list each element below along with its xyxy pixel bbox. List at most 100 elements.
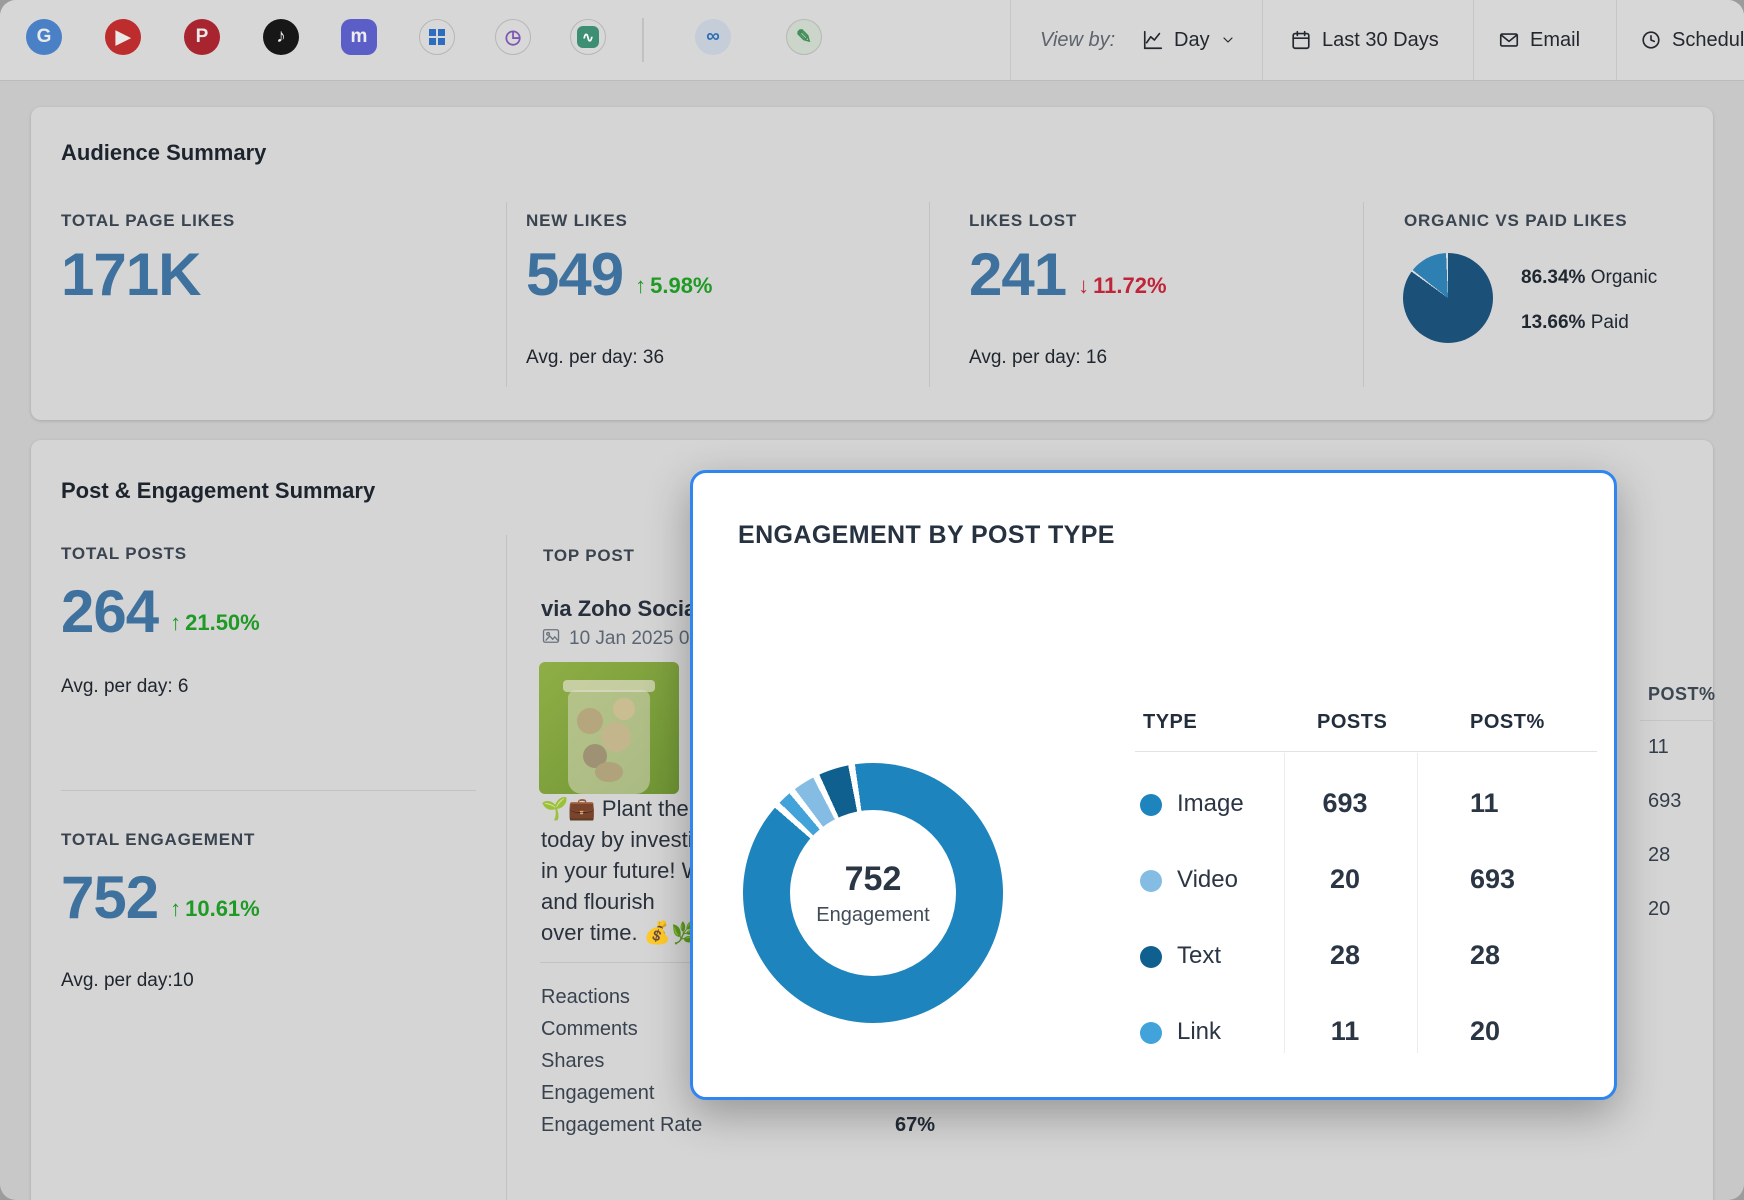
likes-lost-delta: ↓11.72%	[1078, 273, 1166, 305]
youtube-icon[interactable]: ▶	[105, 19, 141, 55]
total-page-likes-value: 171K	[61, 245, 200, 305]
envelope-icon	[1498, 29, 1520, 51]
metric-label: Engagement	[541, 1082, 654, 1104]
chevron-down-icon	[1220, 32, 1236, 48]
line-chart-icon	[1142, 29, 1164, 51]
top-post-metric-row: Engagement Rate 67%	[541, 1114, 935, 1146]
postpct-value: 20	[1470, 1016, 1500, 1047]
email-button[interactable]: Email	[1498, 0, 1580, 80]
donut-center-label: Engagement	[816, 904, 929, 927]
toolbar-divider	[1262, 0, 1263, 80]
type-color-dot	[1140, 946, 1162, 968]
organic-label: Organic	[1591, 267, 1658, 288]
apps-grid-icon[interactable]	[419, 19, 455, 55]
top-post-date-row: 10 Jan 2025 08	[541, 626, 700, 652]
total-posts-label: TOTAL POSTS	[61, 544, 187, 564]
view-by-value: Day	[1174, 29, 1210, 52]
metric-label: Shares	[541, 1050, 604, 1072]
paid-pct: 13.66%	[1521, 312, 1585, 333]
posts-value: 11	[1285, 1016, 1405, 1047]
top-post-label: TOP POST	[543, 546, 635, 566]
date-range-button[interactable]: Last 30 Days	[1290, 0, 1439, 80]
type-color-dot	[1140, 794, 1162, 816]
new-likes-label: NEW LIKES	[526, 211, 628, 231]
dashboard-root: G▶P♪m◷∿∞✎ View by: Day Last 30 Days	[0, 0, 1744, 1200]
postpct-value: 11	[1470, 788, 1499, 819]
audience-summary-card: Audience Summary TOTAL PAGE LIKES 171K N…	[31, 107, 1713, 420]
schedule-button[interactable]: Schedule	[1640, 0, 1744, 80]
date-range-label: Last 30 Days	[1322, 29, 1439, 52]
pinterest-icon[interactable]: P	[184, 19, 220, 55]
total-engagement-avg: Avg. per day:10	[61, 970, 194, 992]
pulse-glyph: ∿	[577, 26, 599, 48]
section-divider	[61, 790, 476, 791]
type-label: Video	[1177, 866, 1238, 894]
google-icon[interactable]: G	[26, 19, 62, 55]
background-postpct-value: 693	[1648, 790, 1681, 813]
table-header-underline	[1135, 751, 1597, 752]
up-arrow-icon: ↑	[170, 610, 181, 636]
total-posts-value: 264	[61, 582, 158, 642]
up-arrow-icon: ↑	[635, 273, 646, 299]
new-likes-delta: ↑5.98%	[635, 273, 712, 305]
crm-rings-icon[interactable]: ∞	[695, 19, 731, 55]
calendar-icon	[1290, 29, 1312, 51]
channel-divider	[642, 18, 644, 62]
total-posts-delta: ↑21.50%	[170, 610, 260, 642]
total-engagement-value: 752	[61, 868, 158, 928]
column-divider	[1363, 202, 1364, 387]
engagement-by-post-type-modal: ENGAGEMENT BY POST TYPE 752 Engagement T…	[690, 470, 1617, 1100]
new-likes-value: 549	[526, 245, 623, 305]
posts-value: 20	[1285, 864, 1405, 895]
metric-label: Reactions	[541, 986, 630, 1008]
metric-value: 67%	[895, 1114, 935, 1137]
post-type-row: Link 11 20	[693, 1016, 1614, 1050]
view-by-dropdown[interactable]: Day	[1142, 0, 1236, 80]
likes-lost-avg: Avg. per day: 16	[969, 347, 1107, 369]
metric-label: Comments	[541, 1018, 638, 1040]
header-underline	[1640, 720, 1724, 721]
top-post-thumbnail[interactable]	[539, 662, 679, 794]
audience-summary-title: Audience Summary	[61, 140, 266, 166]
toolbar-divider	[1616, 0, 1617, 80]
post-type-row: Text2828	[693, 940, 1614, 974]
top-post-source: via Zoho Social	[541, 596, 702, 622]
tiktok-icon[interactable]: ♪	[263, 19, 299, 55]
total-engagement-delta: ↑10.61%	[170, 896, 260, 928]
background-postpct-column: POST% 116932820	[1648, 684, 1728, 705]
mastodon-icon[interactable]: m	[341, 19, 377, 55]
post-engagement-title: Post & Engagement Summary	[61, 478, 375, 504]
metric-label: Engagement Rate	[541, 1114, 702, 1136]
coin	[613, 698, 635, 720]
email-label: Email	[1530, 29, 1580, 52]
background-postpct-value: 20	[1648, 898, 1670, 921]
type-color-dot	[1140, 1022, 1162, 1044]
pulse-icon[interactable]: ∿	[570, 19, 606, 55]
timer-icon[interactable]: ◷	[495, 19, 531, 55]
type-label: Text	[1177, 942, 1221, 970]
total-posts-avg: Avg. per day: 6	[61, 676, 188, 698]
background-postpct-value: 11	[1648, 736, 1669, 759]
coin	[595, 762, 623, 782]
background-postpct-header: POST%	[1648, 684, 1728, 705]
postpct-value: 693	[1470, 864, 1515, 895]
organic-vs-paid-pie-chart	[1403, 253, 1493, 343]
compose-icon[interactable]: ✎	[786, 19, 822, 55]
grid-glyph	[429, 29, 445, 45]
top-post-date: 10 Jan 2025 08	[569, 628, 700, 650]
type-label: Link	[1177, 1018, 1221, 1046]
organic-pct: 86.34%	[1521, 267, 1585, 288]
column-divider	[929, 202, 930, 387]
column-divider	[506, 535, 507, 1200]
post-type-row: Image69311	[693, 788, 1614, 822]
column-divider	[506, 202, 507, 387]
organic-legend-row: 86.34% Organic	[1521, 267, 1657, 289]
toolbar-divider	[1010, 0, 1011, 80]
post-type-row: Video 20 693	[693, 864, 1614, 898]
paid-label: Paid	[1591, 312, 1629, 333]
schedule-label: Schedule	[1672, 29, 1744, 52]
top-toolbar: G▶P♪m◷∿∞✎ View by: Day Last 30 Days	[0, 0, 1744, 81]
table-header-posts: POSTS	[1317, 711, 1387, 734]
organic-vs-paid-label: ORGANIC VS PAID LIKES	[1404, 211, 1627, 231]
likes-lost-label: LIKES LOST	[969, 211, 1077, 231]
